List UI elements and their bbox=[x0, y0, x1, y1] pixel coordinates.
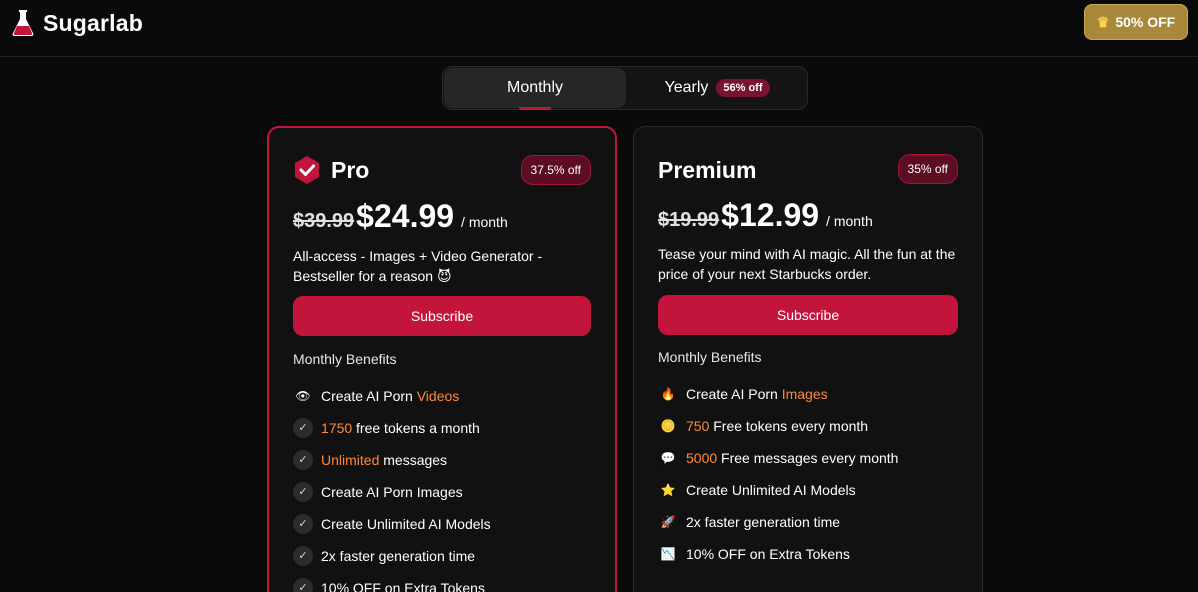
plan-header: Pro bbox=[293, 154, 369, 186]
check-icon: ✓ bbox=[293, 514, 313, 534]
price-period: / month bbox=[826, 213, 873, 229]
benefit-prefix: Create AI Porn bbox=[321, 388, 417, 404]
benefit-item: ✓ 10% OFF on Extra Tokens bbox=[293, 572, 491, 592]
benefit-item: 👁 Create AI Porn Videos bbox=[293, 380, 491, 412]
old-price: $19.99 bbox=[658, 209, 720, 231]
promo-50-off-button[interactable]: ♛ 50% OFF bbox=[1084, 4, 1188, 40]
benefit-item: ✓ Create Unlimited AI Models bbox=[293, 508, 491, 540]
promo-label: 50% OFF bbox=[1115, 14, 1176, 30]
fire-icon: 🔥 bbox=[660, 387, 676, 401]
plan-description: Tease your mind with AI magic. All the f… bbox=[658, 246, 956, 282]
benefit-text: Create AI Porn Images bbox=[321, 484, 463, 500]
old-price: $39.99 bbox=[293, 210, 355, 232]
star-icon: ⭐ bbox=[660, 483, 676, 497]
tab-monthly[interactable]: Monthly bbox=[444, 68, 626, 110]
benefit-text: Create AI Porn Videos bbox=[321, 388, 459, 404]
check-icon: ✓ bbox=[293, 482, 313, 502]
coins-icon: 🪙 bbox=[660, 419, 676, 433]
benefits-list: 👁 Create AI Porn Videos ✓ 1750 free tokens … bbox=[293, 380, 491, 592]
benefit-text: 10% OFF on Extra Tokens bbox=[321, 580, 485, 592]
check-icon: ✓ bbox=[293, 418, 313, 438]
price-period: / month bbox=[461, 214, 508, 230]
benefit-text: 2x faster generation time bbox=[686, 514, 840, 530]
benefit-item: ✓ 2x faster generation time bbox=[293, 540, 491, 572]
benefit-text: 10% OFF on Extra Tokens bbox=[686, 546, 850, 562]
benefit-text: 2x faster generation time bbox=[321, 548, 475, 564]
benefit-accent: 750 bbox=[686, 418, 710, 434]
plan-description: All-access - Images + Video Generator - … bbox=[293, 248, 543, 284]
benefit-prefix: Create Unlimited AI Models bbox=[321, 516, 491, 532]
benefit-item: 🔥 Create AI Porn Images bbox=[658, 378, 898, 410]
benefit-suffix: messages bbox=[379, 452, 448, 468]
benefit-text: Create Unlimited AI Models bbox=[321, 516, 491, 532]
benefit-item: 🚀 2x faster generation time bbox=[658, 506, 898, 538]
billing-period-toggle: Monthly Yearly 56% off bbox=[442, 66, 808, 110]
brand-name: Sugarlab bbox=[43, 9, 144, 36]
benefit-accent: Images bbox=[781, 386, 828, 402]
plan-name: Pro bbox=[331, 156, 370, 183]
plan-card-pro: Pro 37.5% off $39.99 $24.99 / month All-… bbox=[267, 126, 617, 592]
new-price: $12.99 bbox=[721, 197, 820, 233]
benefit-text: 5000 Free messages every month bbox=[686, 450, 898, 466]
benefit-item: 📉 10% OFF on Extra Tokens bbox=[658, 538, 898, 570]
tab-monthly-label: Monthly bbox=[506, 79, 564, 96]
check-icon: ✓ bbox=[293, 546, 313, 566]
yearly-discount-badge: 56% off bbox=[716, 79, 770, 97]
price-row: $39.99 $24.99 / month bbox=[293, 198, 508, 235]
flask-icon bbox=[12, 10, 34, 36]
benefit-suffix: Free tokens every month bbox=[709, 418, 869, 434]
benefit-prefix: 2x faster generation time bbox=[686, 514, 841, 530]
eye-swirl-icon: 👁 bbox=[295, 389, 311, 403]
plan-name: Premium bbox=[658, 156, 757, 183]
crown-icon: ♛ bbox=[1096, 13, 1110, 30]
speech-bubble-icon: 💬 bbox=[660, 451, 676, 465]
new-price: $24.99 bbox=[356, 198, 455, 234]
benefit-item: ✓ Unlimited messages bbox=[293, 444, 491, 476]
benefit-item: ✓ Create AI Porn Images bbox=[293, 476, 491, 508]
benefit-accent: Videos bbox=[416, 388, 460, 404]
plan-header: Premium bbox=[658, 154, 756, 186]
benefit-prefix: Create AI Porn bbox=[686, 386, 782, 402]
benefit-text: Unlimited messages bbox=[321, 452, 447, 468]
benefit-prefix: Create Unlimited AI Models bbox=[686, 482, 856, 498]
benefit-item: ⭐ Create Unlimited AI Models bbox=[658, 474, 898, 506]
benefit-item: 🪙 750 Free tokens every month bbox=[658, 410, 898, 442]
check-icon: ✓ bbox=[293, 450, 313, 470]
benefit-text: 1750 free tokens a month bbox=[321, 420, 480, 436]
plan-discount-badge: 37.5% off bbox=[520, 155, 591, 185]
benefit-accent: 1750 bbox=[321, 420, 353, 436]
tab-yearly-label: Yearly bbox=[664, 79, 709, 96]
plan-discount-badge: 35% off bbox=[897, 154, 958, 184]
benefit-suffix: Free messages every month bbox=[717, 450, 899, 466]
plan-card-premium: Premium 35% off $19.99 $12.99 / month Te… bbox=[633, 126, 983, 592]
tab-yearly[interactable]: Yearly 56% off bbox=[627, 68, 807, 108]
check-icon: ✓ bbox=[293, 578, 313, 592]
benefit-prefix: 10% OFF on Extra Tokens bbox=[321, 580, 485, 592]
active-tab-indicator bbox=[519, 107, 551, 110]
benefit-accent: 5000 bbox=[686, 450, 718, 466]
benefit-prefix: 2x faster generation time bbox=[321, 548, 476, 564]
benefit-suffix: free tokens a month bbox=[352, 420, 480, 436]
top-header: Sugarlab ♛ 50% OFF bbox=[0, 0, 1198, 57]
price-row: $19.99 $12.99 / month bbox=[658, 197, 873, 234]
benefits-list: 🔥 Create AI Porn Images 🪙 750 Free tokens e… bbox=[658, 378, 899, 570]
chart-down-icon: 📉 bbox=[660, 547, 676, 561]
benefit-item: 💬 5000 Free messages every month bbox=[658, 442, 899, 474]
benefits-title: Monthly Benefits bbox=[293, 351, 397, 367]
benefit-prefix: Create AI Porn Images bbox=[321, 484, 463, 500]
benefit-text: Create Unlimited AI Models bbox=[686, 482, 856, 498]
benefit-text: Create AI Porn Images bbox=[686, 386, 828, 402]
benefit-item: ✓ 1750 free tokens a month bbox=[293, 412, 491, 444]
benefit-text: 750 Free tokens every month bbox=[686, 418, 868, 434]
rocket-icon: 🚀 bbox=[660, 515, 676, 529]
benefits-title: Monthly Benefits bbox=[658, 349, 762, 365]
benefit-prefix: 10% OFF on Extra Tokens bbox=[686, 546, 850, 562]
subscribe-premium-button[interactable]: Subscribe bbox=[658, 295, 958, 335]
brand-logo[interactable]: Sugarlab bbox=[12, 8, 143, 38]
shield-check-icon bbox=[295, 156, 319, 184]
subscribe-pro-button[interactable]: Subscribe bbox=[293, 296, 591, 336]
benefit-accent: Unlimited bbox=[321, 452, 380, 468]
